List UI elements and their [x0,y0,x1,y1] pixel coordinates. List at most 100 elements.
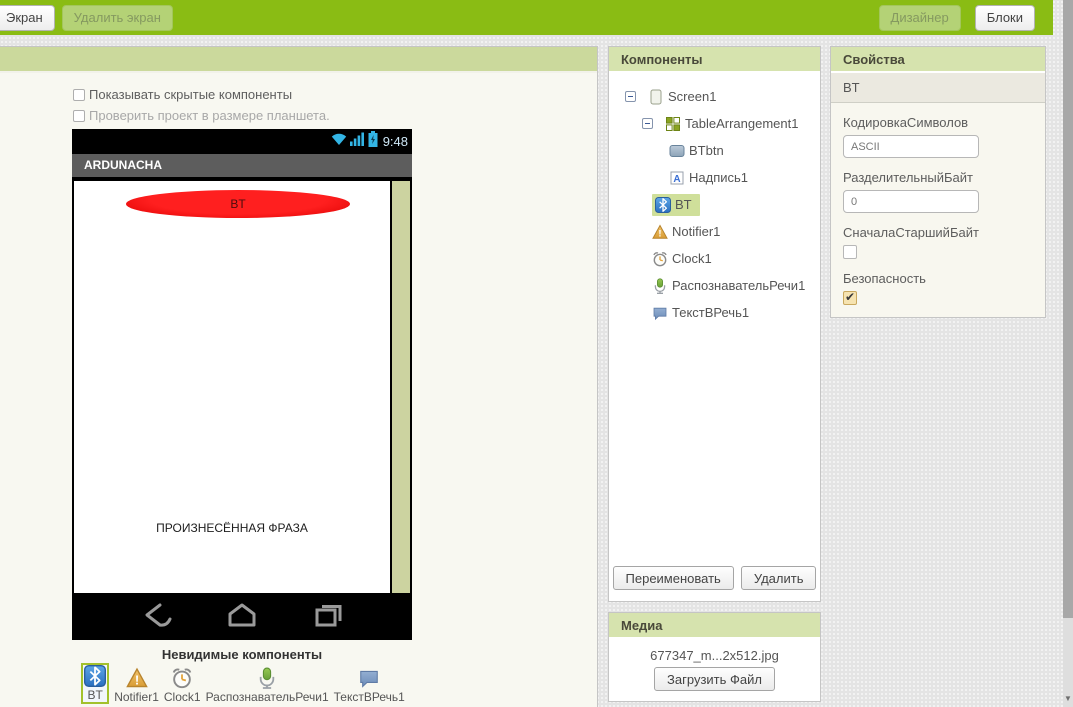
blocks-button[interactable]: Блоки [975,5,1035,31]
media-file-item[interactable]: 677347_m...2x512.jpg [609,648,820,663]
tree-item-label: ТекстВРечь1 [672,305,749,320]
selected-component-name: BT [831,73,1045,103]
property-field: КодировкаСимволов [843,115,1033,158]
show-hidden-components-label: Показывать скрытые компоненты [89,87,292,102]
phone-nav-bar [72,595,412,640]
invisible-components-row: BT! Notifier1 Clock1 РаспознавательРечи1 Тек… [67,663,419,704]
property-input[interactable] [843,135,979,158]
invisible-component-распознавательречи1[interactable]: РаспознавательРечи1 [206,667,329,704]
screen-scroll-strip [392,181,410,593]
components-panel-title: Компоненты [609,47,820,73]
tree-item-текствречь1[interactable]: ТекстВРечь1 [609,299,820,326]
property-label: КодировкаСимволов [843,115,1033,130]
back-icon [139,602,173,633]
property-field: СначалаСтаршийБайт [843,225,1033,259]
svg-text:!: ! [658,228,661,239]
property-field: РазделительныйБайт [843,170,1033,213]
svg-text:!: ! [134,672,138,687]
bluetooth-icon [84,665,106,687]
bt-ellipse-button[interactable]: BT [126,190,350,218]
button-icon [669,143,685,159]
property-label: Безопасность [843,271,1033,286]
warning-icon: ! [652,224,668,240]
phone-status-bar: 9:48 [72,129,412,154]
tablet-size-row: Проверить проект в размере планшета. [73,105,597,126]
toolbar-right-group: Дизайнер Блоки [879,5,1035,31]
tree-item-label: Надпись1 [689,170,748,185]
tree-item-надпись1[interactable]: A Надпись1 [609,164,820,191]
viewer-header [0,47,597,73]
wifi-icon [331,132,347,151]
tablet-size-checkbox[interactable] [73,110,85,122]
tree-item-screen1[interactable]: Screen1 [609,83,820,110]
tree-item-clock1[interactable]: Clock1 [609,245,820,272]
components-actions: Переименовать Удалить [609,566,820,590]
tree-item-tablearrangement1[interactable]: TableArrangement1 [609,110,820,137]
invisible-component-label: BT [88,688,103,702]
recents-icon [311,602,345,633]
page-scrollbar[interactable]: ▼ [1063,0,1073,707]
label-icon: A [669,170,685,186]
microphone-icon [652,278,668,294]
tree-item-btbtn[interactable]: BTbtn [609,137,820,164]
viewer-panel: Показывать скрытые компоненты Проверить … [0,46,598,707]
show-hidden-components-row: Показывать скрытые компоненты [73,84,597,105]
invisible-component-label: ТекстВРечь1 [334,690,405,704]
scrollbar-down-arrow[interactable]: ▼ [1063,695,1073,703]
media-panel-title: Медиа [609,613,820,639]
invisible-component-clock1[interactable]: Clock1 [164,667,201,704]
tree-item-notifier1[interactable]: ! Notifier1 [609,218,820,245]
tree-item-bt[interactable]: BT [609,191,820,218]
property-input[interactable] [843,190,979,213]
property-checkbox[interactable] [843,291,857,305]
phone-screen: BT ПРОИЗНЕСЁННАЯ ФРАЗА [72,179,412,595]
top-toolbar: Экран Удалить экран Дизайнер Блоки [0,0,1053,35]
property-checkbox[interactable] [843,245,857,259]
invisible-component-notifier1[interactable]: ! Notifier1 [114,667,159,704]
show-hidden-components-checkbox[interactable] [73,89,85,101]
speech-bubble-icon [652,305,668,321]
screen-icon [648,89,664,105]
properties-fields: КодировкаСимволов РазделительныйБайт Снача… [831,103,1045,305]
screen-button[interactable]: Экран [0,5,55,31]
bt-ellipse-label: BT [230,197,245,211]
phone-app-title: ARDUNACHA [72,154,412,177]
spoken-phrase-label[interactable]: ПРОИЗНЕСЁННАЯ ФРАЗА [74,521,390,535]
property-label: СначалаСтаршийБайт [843,225,1033,240]
upload-file-button[interactable]: Загрузить Файл [654,667,775,691]
property-field: Безопасность [843,271,1033,305]
components-panel: Компоненты Screen1 TableArrangement1 BTbt… [608,46,821,602]
clock-icon [171,667,193,689]
scrollbar-thumb[interactable] [1063,0,1073,618]
property-label: РазделительныйБайт [843,170,1033,185]
tablet-size-label: Проверить проект в размере планшета. [89,108,330,123]
properties-panel: Свойства BT КодировкаСимволов Разделитель… [830,46,1046,318]
rename-button[interactable]: Переименовать [613,566,734,590]
properties-panel-title: Свойства [831,47,1045,73]
tree-item-распознавательречи1[interactable]: РаспознавательРечи1 [609,272,820,299]
table-arrangement-icon [665,116,681,132]
delete-screen-button[interactable]: Удалить экран [62,5,173,31]
tree-item-label: Notifier1 [672,224,720,239]
collapse-expander-icon[interactable] [642,118,653,129]
designer-button[interactable]: Дизайнер [879,5,961,31]
tree-item-label: TableArrangement1 [685,116,798,131]
components-tree: Screen1 TableArrangement1 BTbtn A Надпись1 B… [609,73,820,326]
viewer-body: Показывать скрытые компоненты Проверить … [0,73,597,704]
invisible-component-bt[interactable]: BT [81,663,109,704]
collapse-expander-icon[interactable] [625,91,636,102]
bluetooth-icon [655,197,671,213]
screen-content-area: BT ПРОИЗНЕСЁННАЯ ФРАЗА [74,181,390,593]
invisible-component-текствречь1[interactable]: ТекстВРечь1 [334,667,405,704]
tree-item-label: Screen1 [668,89,716,104]
invisible-component-label: РаспознавательРечи1 [206,690,329,704]
tree-item-label: BTbtn [689,143,724,158]
invisible-component-label: Notifier1 [114,690,159,704]
clock-icon [652,251,668,267]
microphone-icon [256,667,278,689]
speech-bubble-icon [358,667,380,689]
warning-icon: ! [126,667,148,689]
delete-button[interactable]: Удалить [741,566,817,590]
tree-item-label: BT [675,197,692,212]
home-icon [225,602,259,633]
